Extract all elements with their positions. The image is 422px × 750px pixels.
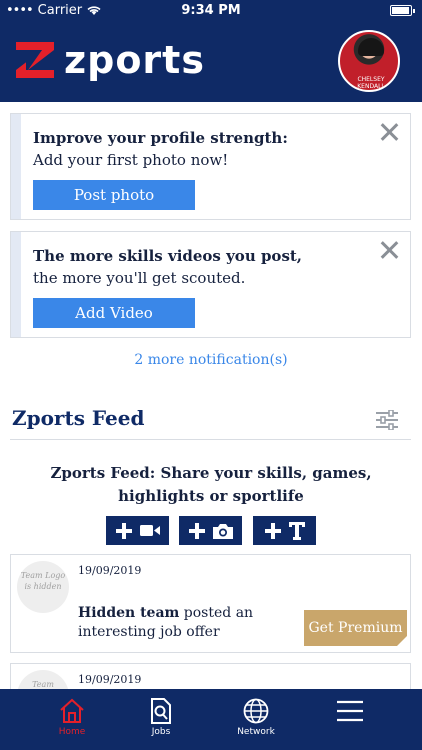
helmet-graphic bbox=[358, 38, 384, 56]
jobs-document-search-icon bbox=[151, 698, 171, 724]
text-t-icon bbox=[288, 521, 305, 540]
avatar-caption: CHELSEY KENDALL bbox=[357, 76, 385, 90]
post-photo-button[interactable]: Post photo bbox=[33, 180, 195, 210]
camera-icon bbox=[212, 523, 233, 539]
home-icon bbox=[60, 698, 84, 723]
brand-name: zports bbox=[64, 38, 205, 82]
post-team-name: Hidden team bbox=[78, 605, 180, 621]
zports-logo-mark-icon bbox=[16, 42, 54, 78]
plus-icon bbox=[188, 522, 205, 539]
hamburger-menu-icon bbox=[337, 700, 363, 722]
nav-network[interactable]: Network bbox=[221, 689, 291, 750]
notification-title: Improve your profile strength: bbox=[33, 129, 288, 147]
post-date: 19/09/2019 bbox=[78, 564, 142, 577]
notification-text: the more you'll get scouted. bbox=[33, 269, 246, 287]
share-prompt: Zports Feed: Share your skills, games, h… bbox=[50, 464, 372, 505]
bottom-navigation: Home Jobs Network bbox=[0, 689, 422, 750]
feed-divider bbox=[10, 439, 411, 440]
globe-icon bbox=[243, 698, 269, 724]
post-text-button[interactable] bbox=[253, 516, 316, 545]
more-notifications-link[interactable]: 2 more notification(s) bbox=[0, 352, 422, 368]
notification-text: Add your first photo now! bbox=[33, 151, 229, 169]
notification-card-photo: Improve your profile strength: Add your … bbox=[10, 113, 411, 220]
nav-network-label: Network bbox=[237, 727, 275, 737]
status-bar: •••• Carrier 9:34 PM bbox=[0, 0, 422, 22]
plus-icon bbox=[115, 522, 132, 539]
get-premium-button[interactable]: Get Premium bbox=[304, 610, 407, 646]
notification-card-video: The more skills videos you post, the mor… bbox=[10, 231, 411, 338]
zports-logo[interactable]: zports bbox=[14, 40, 205, 80]
nav-jobs[interactable]: Jobs bbox=[126, 689, 196, 750]
nav-home-label: Home bbox=[58, 727, 86, 737]
close-icon[interactable] bbox=[380, 123, 398, 141]
user-avatar[interactable]: CHELSEY KENDALL bbox=[338, 30, 400, 92]
plus-icon bbox=[264, 522, 281, 539]
filter-sliders-icon[interactable] bbox=[376, 410, 398, 430]
nav-jobs-label: Jobs bbox=[151, 727, 171, 737]
feed-post: Team Logo is hidden 19/09/2019 Hidden te… bbox=[10, 554, 411, 653]
post-date: 19/09/2019 bbox=[78, 673, 142, 686]
nav-home[interactable]: Home bbox=[37, 689, 107, 750]
nav-menu[interactable] bbox=[315, 689, 385, 750]
notification-title: The more skills videos you post, bbox=[33, 247, 303, 265]
video-camera-icon bbox=[139, 525, 160, 536]
add-video-button[interactable]: Add Video bbox=[33, 298, 195, 328]
status-time: 9:34 PM bbox=[181, 3, 241, 18]
team-logo-placeholder: Team Logo is hidden bbox=[17, 561, 69, 613]
battery-icon bbox=[390, 5, 415, 16]
feed-title: Zports Feed bbox=[12, 406, 145, 430]
post-message: Hidden team posted an interesting job of… bbox=[78, 604, 308, 642]
close-icon[interactable] bbox=[380, 241, 398, 259]
app-header: •••• Carrier 9:34 PM zports CHELSEY KEND… bbox=[0, 0, 422, 102]
post-video-button[interactable] bbox=[106, 516, 169, 545]
post-photo-feed-button[interactable] bbox=[179, 516, 242, 545]
